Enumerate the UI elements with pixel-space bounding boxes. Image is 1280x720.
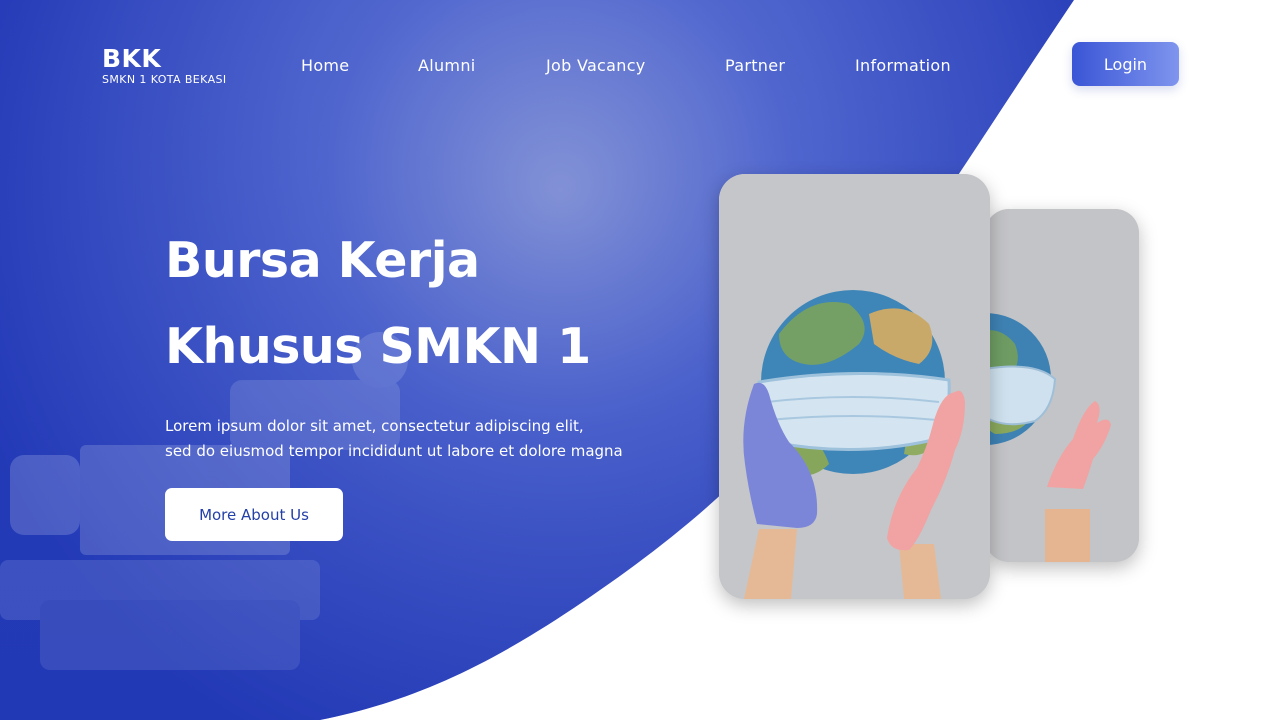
nav-home[interactable]: Home: [301, 56, 349, 75]
login-button[interactable]: Login: [1072, 42, 1179, 86]
nav-partner[interactable]: Partner: [725, 56, 785, 75]
hero-description: Lorem ipsum dolor sit amet, consectetur …: [165, 414, 705, 464]
hero-title-line-2: Khusus SMKN 1: [165, 318, 591, 375]
brand-logo[interactable]: BKK SMKN 1 KOTA BEKASI: [102, 44, 227, 86]
hero-description-line-1: Lorem ipsum dolor sit amet, consectetur …: [165, 417, 584, 435]
hero-title: Bursa Kerja Khusus SMKN 1: [165, 218, 685, 390]
nav-information[interactable]: Information: [855, 56, 951, 75]
more-about-us-button[interactable]: More About Us: [165, 488, 343, 541]
logo-title: BKK: [102, 44, 162, 73]
photo-card-front: [719, 174, 990, 599]
face-mask-icon: [756, 372, 951, 452]
globe-mask-photo: [985, 209, 1139, 562]
hero-description-line-2: sed do eiusmod tempor incididunt ut labo…: [165, 442, 623, 460]
photo-card-back: [985, 209, 1139, 562]
nav-alumni[interactable]: Alumni: [418, 56, 476, 75]
hero-title-line-1: Bursa Kerja: [165, 232, 480, 289]
logo-subtitle: SMKN 1 KOTA BEKASI: [102, 73, 227, 86]
globe-mask-photo: [719, 174, 990, 599]
nav-job-vacancy[interactable]: Job Vacancy: [546, 56, 646, 75]
